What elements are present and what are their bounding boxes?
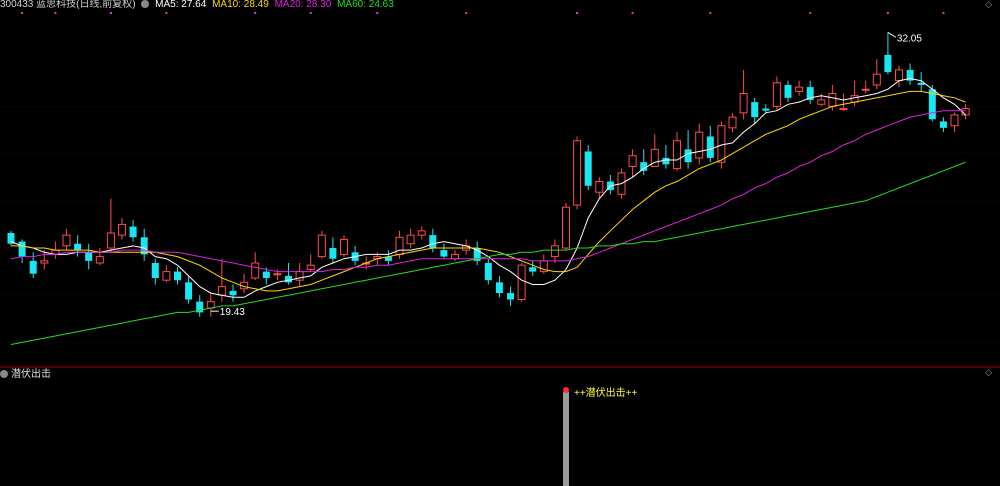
- top-marker: [709, 12, 712, 14]
- candle-body: [573, 140, 582, 206]
- top-marker: [109, 12, 112, 14]
- candle-body: [329, 248, 337, 259]
- top-marker: [809, 12, 812, 14]
- candle-body: [417, 230, 426, 236]
- candle-body: [695, 131, 704, 159]
- candle-body: [640, 162, 648, 171]
- candle-body: [895, 69, 903, 82]
- candle-body: [395, 236, 404, 255]
- candle-body: [772, 82, 781, 107]
- candle-body: [529, 267, 537, 272]
- ma20-line: [10, 110, 966, 273]
- candle-body: [317, 234, 326, 258]
- candle-body: [673, 140, 681, 170]
- candle-body: [85, 252, 93, 261]
- candle-body: [340, 238, 348, 255]
- candle-body: [939, 121, 947, 128]
- candle-body: [728, 116, 737, 129]
- top-marker: [54, 12, 57, 14]
- candle-body: [861, 88, 870, 91]
- candle-body: [174, 271, 181, 281]
- candle-body: [484, 263, 492, 281]
- top-marker: [631, 12, 634, 14]
- candle-body: [18, 241, 26, 257]
- candle-body: [62, 234, 71, 247]
- candle-body: [118, 223, 126, 236]
- ma60-line: [10, 161, 966, 345]
- candle-body: [306, 264, 315, 270]
- candle-body: [40, 260, 49, 264]
- candle-body: [884, 54, 892, 73]
- candle-body: [739, 93, 748, 114]
- top-marker: [309, 12, 312, 14]
- candle-body: [828, 93, 837, 107]
- candle-body: [684, 149, 692, 163]
- top-marker: [886, 12, 889, 14]
- signal-bar: [563, 392, 569, 486]
- candle-body: [584, 151, 592, 186]
- low-label: 19.43: [220, 307, 245, 318]
- candle-body: [872, 73, 881, 86]
- candle-body: [817, 99, 826, 105]
- candle-body: [517, 264, 526, 300]
- candle-body: [429, 235, 437, 248]
- candle-body: [495, 282, 503, 294]
- candle-body: [217, 286, 226, 296]
- candle-body: [29, 260, 37, 274]
- candle-body: [162, 271, 171, 281]
- candle-body: [795, 86, 804, 92]
- top-marker: [465, 12, 468, 14]
- candle-body: [706, 136, 714, 158]
- candle-body: [406, 234, 415, 245]
- candle-body: [717, 125, 726, 163]
- top-marker: [942, 12, 945, 14]
- candle-body: [662, 157, 670, 165]
- candle-body: [451, 253, 459, 260]
- candle-body: [151, 263, 159, 279]
- candle-body: [251, 262, 260, 279]
- candle-body: [762, 108, 770, 111]
- candle-body: [440, 250, 448, 257]
- candle-body: [507, 293, 514, 300]
- candle-body: [229, 290, 237, 296]
- candle-body: [839, 108, 848, 111]
- candle-body: [784, 84, 792, 98]
- kline-chart[interactable]: 32.05 19.43 ++潜伏出击++: [0, 0, 1000, 486]
- top-marker: [576, 12, 579, 14]
- candle-body: [961, 108, 970, 116]
- signal-dot: [563, 387, 569, 393]
- candle-body: [285, 275, 292, 283]
- candle-body: [273, 273, 282, 276]
- candle-body: [628, 155, 637, 167]
- candle-body: [129, 226, 137, 238]
- candle-body: [550, 245, 559, 258]
- candle-body: [185, 282, 193, 300]
- candle-body: [262, 271, 270, 279]
- high-label: 32.05: [897, 33, 922, 44]
- top-marker: [21, 12, 24, 14]
- top-marker: [165, 12, 168, 14]
- top-marker: [376, 12, 379, 14]
- signal-label: ++潜伏出击++: [574, 386, 638, 399]
- candle-body: [950, 114, 959, 127]
- candle-body: [595, 180, 604, 193]
- candle-body: [562, 206, 570, 249]
- candle-body: [74, 243, 82, 251]
- candle-body: [95, 256, 104, 264]
- high-pointer: [887, 31, 897, 38]
- top-marker: [254, 12, 257, 14]
- candle-body: [751, 102, 759, 118]
- candle-body: [106, 232, 115, 249]
